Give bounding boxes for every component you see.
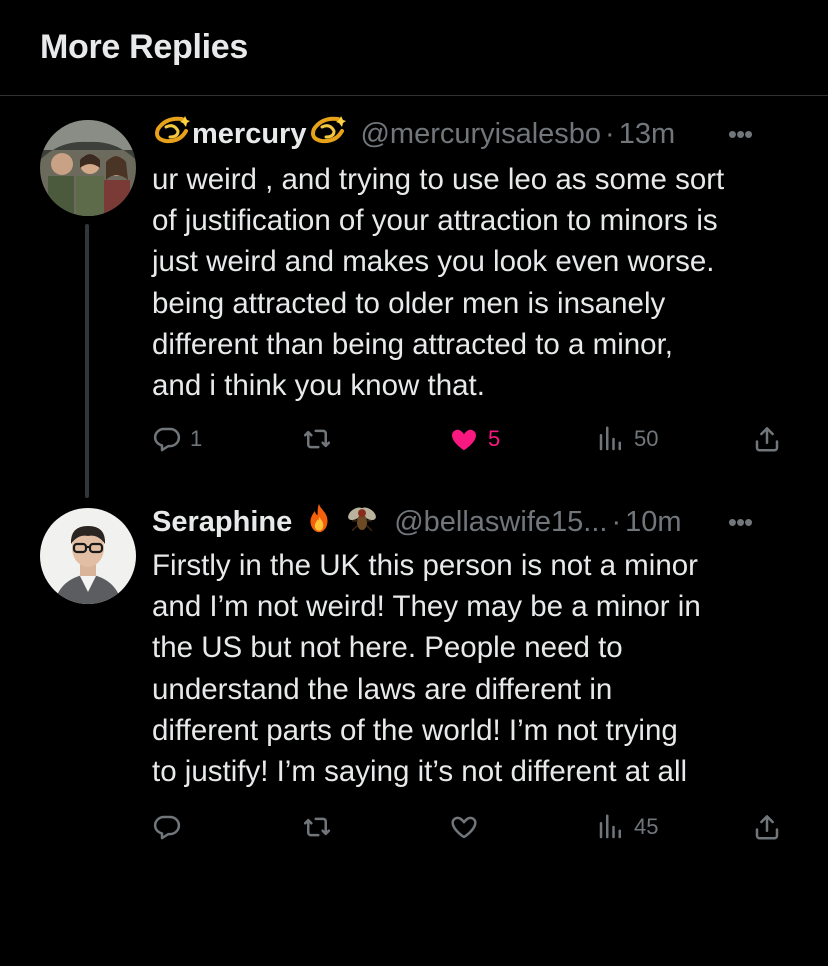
views-chart-icon (596, 812, 626, 842)
section-title: More Replies (40, 28, 249, 66)
post-actions: 45 (152, 807, 788, 847)
views-button[interactable]: 45 (596, 807, 658, 847)
reply-icon (152, 424, 182, 454)
repost-button[interactable] (300, 807, 342, 847)
share-button[interactable] (752, 419, 782, 459)
user-handle[interactable]: @mercuryisalesbo (360, 118, 601, 151)
repost-icon (300, 424, 334, 454)
reply-button[interactable] (152, 807, 190, 847)
more-options-icon[interactable]: ••• (722, 504, 758, 540)
repost-button[interactable] (300, 419, 342, 459)
display-name[interactable]: mercury (192, 118, 306, 151)
repost-icon (300, 812, 334, 842)
reply-count: 1 (190, 426, 203, 451)
fly-icon (344, 501, 380, 543)
separator-dot: · (611, 505, 622, 538)
separator-dot: · (605, 117, 615, 150)
thread-connector-line (85, 224, 89, 498)
post-timestamp[interactable]: 10m (625, 506, 681, 539)
views-button[interactable]: 50 (596, 419, 658, 459)
heart-icon (448, 812, 480, 842)
dizzy-icon (152, 115, 190, 153)
view-count: 45 (634, 814, 659, 839)
avatar[interactable] (40, 120, 136, 216)
more-replies-header: More Replies (0, 0, 828, 96)
dizzy-icon (308, 115, 347, 153)
avatar[interactable] (40, 508, 136, 604)
post-timestamp[interactable]: 13m (619, 118, 675, 151)
user-handle[interactable]: @bellaswife15... (394, 506, 607, 539)
post-text: ur weird , and trying to use leo as some… (152, 163, 725, 403)
more-options-icon[interactable]: ••• (722, 116, 758, 152)
fire-icon (302, 501, 336, 543)
post-actions: 1 5 50 (152, 419, 788, 459)
views-chart-icon (596, 424, 626, 454)
view-count: 50 (634, 426, 659, 451)
post-text: Firstly in the UK this person is not a m… (152, 549, 701, 789)
post-header: Seraphine @bellaswife15... · 10m (152, 502, 682, 542)
display-name[interactable]: Seraphine (152, 506, 292, 539)
like-count: 5 (488, 426, 501, 451)
heart-filled-icon (448, 424, 480, 454)
reply-icon (152, 812, 182, 842)
like-button[interactable] (448, 807, 488, 847)
share-icon (752, 812, 782, 842)
share-icon (752, 424, 782, 454)
reply-button[interactable]: 1 (152, 419, 202, 459)
post-header: mercury @mercuryisalesbo · 13m (152, 114, 675, 154)
share-button[interactable] (752, 807, 782, 847)
like-button[interactable]: 5 (448, 419, 500, 459)
